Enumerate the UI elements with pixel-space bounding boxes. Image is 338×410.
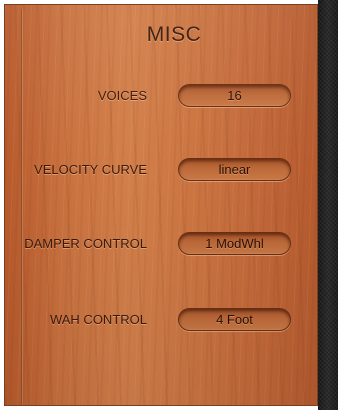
misc-settings-window: MISC VOICES 16 VELOCITY CURVE linear DAM… xyxy=(0,0,338,410)
voices-label: VOICES xyxy=(97,88,147,103)
voices-field[interactable]: 16 xyxy=(178,84,291,107)
damper-control-field[interactable]: 1 ModWhl xyxy=(178,232,291,255)
leather-side-border xyxy=(318,0,338,410)
damper-control-label: DAMPER CONTROL xyxy=(24,236,147,251)
panel-groove-divider xyxy=(21,9,23,405)
wood-panel: MISC VOICES 16 VELOCITY CURVE linear DAM… xyxy=(4,4,318,406)
panel-title: MISC xyxy=(146,23,202,46)
wah-control-label: WAH CONTROL xyxy=(49,312,147,327)
velocity-curve-label: VELOCITY CURVE xyxy=(34,162,147,177)
velocity-curve-field[interactable]: linear xyxy=(178,158,291,181)
wah-control-field[interactable]: 4 Foot xyxy=(178,308,291,331)
